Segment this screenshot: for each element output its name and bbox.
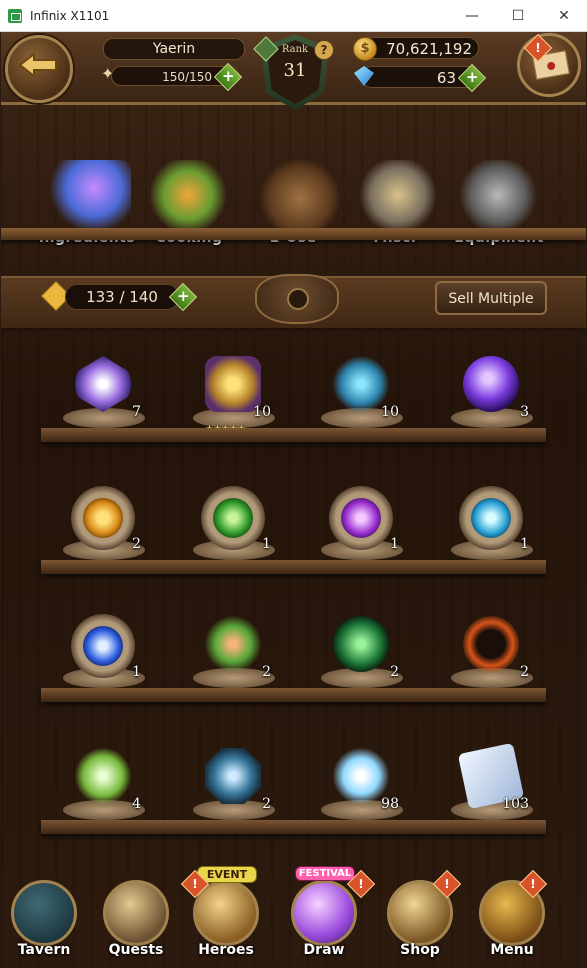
leaf-creature-item-icon <box>205 616 261 672</box>
item-quantity: 1 <box>520 536 529 552</box>
nav-tavern[interactable]: Tavern <box>5 874 83 966</box>
gold-coin-icon: $ <box>353 37 377 61</box>
top-hud: Yaerin ✦ 150/150 + Rank 31 ? 70,621,192 … <box>1 32 586 110</box>
maximize-button[interactable]: ☐ <box>495 0 541 31</box>
game-viewport: Yaerin ✦ 150/150 + Rank 31 ? 70,621,192 … <box>1 32 586 967</box>
draw-crystal-icon <box>291 880 357 946</box>
festival-tag: FESTIVAL <box>295 866 355 881</box>
nav-label: Menu <box>490 942 534 958</box>
equipment-art[interactable] <box>457 160 539 230</box>
window-titlebar: Infinix X1101 — ☐ ✕ <box>0 0 587 32</box>
back-button[interactable] <box>5 35 73 103</box>
item-quantity: 1 <box>262 536 271 552</box>
nav-label: Quests <box>108 942 164 958</box>
feather-rune-item-icon <box>83 626 123 666</box>
antler-rune-item-icon <box>471 498 511 538</box>
eclipse-orb-item-icon <box>463 616 519 672</box>
item-quantity: 103 <box>502 796 529 812</box>
item-quantity: 2 <box>132 536 141 552</box>
nav-label: Shop <box>400 942 440 958</box>
inventory-count: 133 / 140 <box>65 284 179 310</box>
crystal-star-item-icon <box>75 356 131 412</box>
misc-art[interactable] <box>357 160 439 230</box>
item-quantity: 1 <box>390 536 399 552</box>
mail-button[interactable] <box>517 33 581 97</box>
item-quantity: 2 <box>262 796 271 812</box>
shelf-plank <box>41 820 546 834</box>
category-shelf: Ingredients Cooking 1-Use Misc. Equipmen… <box>1 102 586 282</box>
gold-value: 70,621,192 <box>361 37 479 59</box>
item-quantity: 3 <box>520 404 529 420</box>
item-quantity: 2 <box>262 664 271 680</box>
amber-rune-item-icon <box>83 498 123 538</box>
minimize-button[interactable]: — <box>449 0 495 31</box>
item-quantity: 4 <box>132 796 141 812</box>
sell-multiple-button[interactable]: Sell Multiple <box>435 281 547 315</box>
herb-potion-item-icon <box>75 748 131 804</box>
item-quantity: 10 <box>381 404 399 420</box>
shelf-plank <box>41 560 546 574</box>
window-title: Infinix X1101 <box>30 8 110 23</box>
item-quantity: 98 <box>381 796 399 812</box>
quests-scroll-icon <box>103 880 169 946</box>
one-use-art[interactable] <box>259 160 341 230</box>
item-quantity: 10 <box>253 404 271 420</box>
octagon-seal-item-icon <box>205 748 261 804</box>
rank-value: 31 <box>283 60 307 81</box>
cooking-art[interactable] <box>147 160 229 230</box>
bottom-nav: Tavern Quests EVENT Heroes FESTIVAL Draw… <box>1 866 586 967</box>
nav-label: Draw <box>303 942 345 958</box>
back-arrow-icon <box>18 52 57 78</box>
item-quantity: 2 <box>520 664 529 680</box>
shelf-plank <box>41 688 546 702</box>
jade-sigil-item-icon <box>333 616 389 672</box>
nav-label: Tavern <box>17 942 71 958</box>
close-button[interactable]: ✕ <box>541 0 587 31</box>
shelf-plank <box>41 428 546 442</box>
tavern-icon <box>11 880 77 946</box>
purple-orb-item-icon <box>463 356 519 412</box>
ingredients-art[interactable] <box>49 160 131 230</box>
item-quantity: 7 <box>132 404 141 420</box>
category-shelf-plank <box>1 228 586 240</box>
item-quantity: 1 <box>132 664 141 680</box>
claw-rune-item-icon <box>341 498 381 538</box>
help-icon[interactable]: ? <box>314 40 334 60</box>
inventory-lock-ornament <box>255 274 339 324</box>
nav-quests[interactable]: Quests <box>97 874 175 966</box>
dragon-rune-item-icon <box>213 498 253 538</box>
app-icon <box>8 8 22 23</box>
nav-label: Heroes <box>198 942 254 958</box>
item-quantity: 2 <box>390 664 399 680</box>
player-name: Yaerin <box>103 38 245 60</box>
